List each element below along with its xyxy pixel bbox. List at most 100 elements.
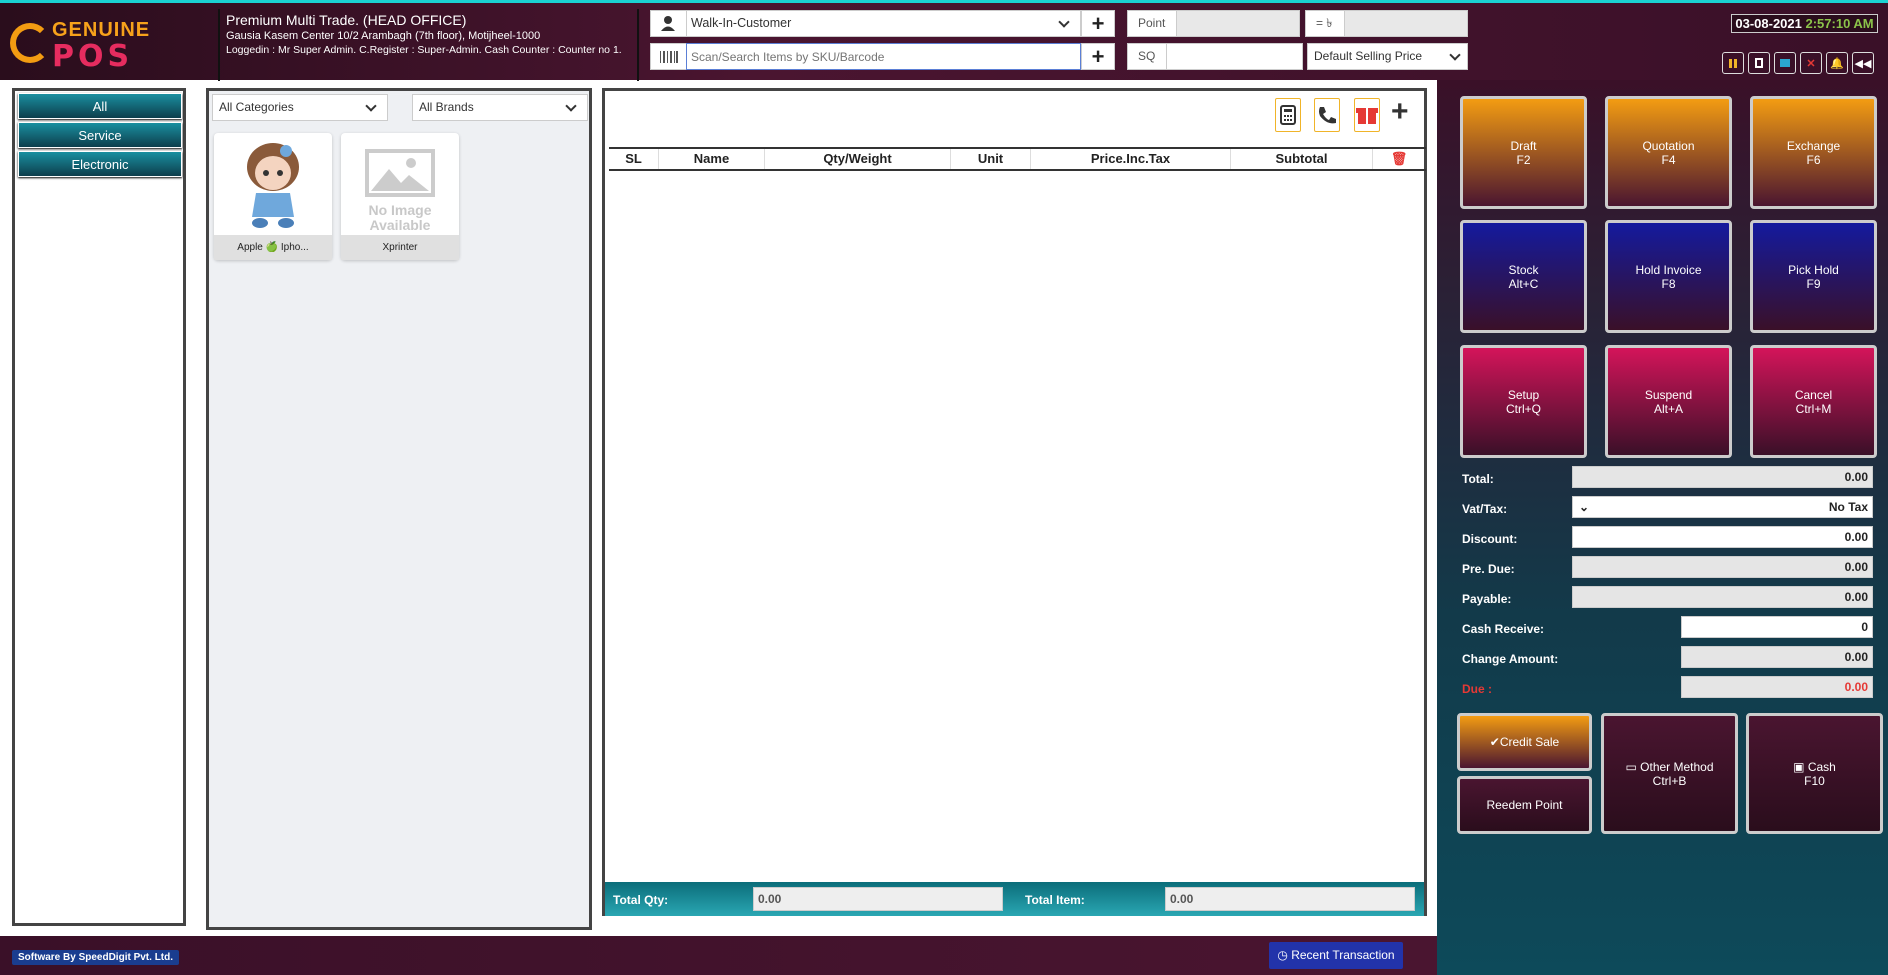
discount-input[interactable]: 0.00 bbox=[1572, 526, 1873, 548]
setup-button[interactable]: Setup Ctrl+Q bbox=[1460, 345, 1587, 458]
add-product-button[interactable]: + bbox=[1081, 43, 1115, 70]
point-currency-label: = ৳ bbox=[1305, 10, 1345, 37]
price-type-select[interactable]: Default Selling Price bbox=[1307, 43, 1468, 70]
footer-bar bbox=[0, 936, 1437, 975]
brand-filter-value: All Brands bbox=[419, 100, 474, 114]
hold-invoice-button[interactable]: Hold Invoice F8 bbox=[1605, 220, 1732, 333]
category-filter-select[interactable]: All Categories bbox=[212, 94, 388, 121]
datetime-display: 03-08-2021 2:57:10 AM bbox=[1731, 14, 1878, 33]
sq-label: SQ bbox=[1127, 43, 1167, 70]
point-label: Point bbox=[1127, 10, 1177, 37]
payable-field: 0.00 bbox=[1572, 586, 1873, 608]
cash-button[interactable]: ▣ Cash F10 bbox=[1746, 713, 1883, 834]
total-item-label: Total Item: bbox=[1025, 893, 1085, 907]
gift-box-icon[interactable] bbox=[1354, 98, 1380, 132]
pause-icon[interactable] bbox=[1722, 52, 1744, 74]
stock-button[interactable]: Stock Alt+C bbox=[1460, 220, 1587, 333]
login-info: Loggedin : Mr Super Admin. C.Register : … bbox=[226, 44, 622, 56]
image-placeholder-icon bbox=[365, 149, 435, 197]
credit-sale-button[interactable]: ✔Credit Sale bbox=[1457, 713, 1592, 771]
col-price: Price.Inc.Tax bbox=[1031, 149, 1231, 169]
category-filter-value: All Categories bbox=[219, 100, 294, 114]
draft-button[interactable]: Draft F2 bbox=[1460, 96, 1587, 209]
product-panel: All Categories All Brands Apple 🍏 Ipho..… bbox=[206, 88, 592, 930]
vat-value: No Tax bbox=[1828, 500, 1868, 514]
user-icon bbox=[661, 16, 675, 31]
doll-image bbox=[247, 143, 299, 228]
date-text: 03-08-2021 bbox=[1735, 16, 1802, 31]
total-field: 0.00 bbox=[1572, 466, 1873, 488]
category-panel: All Service Electronic bbox=[12, 88, 186, 926]
cart-footer: Total Qty: 0.00 Total Item: 0.00 bbox=[605, 882, 1424, 916]
calculator-icon[interactable] bbox=[1275, 98, 1301, 132]
add-customer-button[interactable]: + bbox=[1081, 10, 1115, 37]
total-qty-field: 0.00 bbox=[753, 887, 1003, 911]
pick-hold-button[interactable]: Pick Hold F9 bbox=[1750, 220, 1877, 333]
exchange-button[interactable]: Exchange F6 bbox=[1750, 96, 1877, 209]
col-sl: SL bbox=[609, 149, 659, 169]
total-label: Total: bbox=[1462, 472, 1494, 486]
close-icon[interactable]: ✕ bbox=[1800, 52, 1822, 74]
chevron-down-icon: ⌄ bbox=[1579, 500, 1590, 514]
category-service-button[interactable]: Service bbox=[18, 122, 182, 148]
header-bar: GENUINE POS Premium Multi Trade. (HEAD O… bbox=[0, 0, 1888, 81]
redeem-point-button[interactable]: Reedem Point bbox=[1457, 776, 1592, 834]
trash-icon[interactable]: 🗑 bbox=[1373, 149, 1425, 169]
other-method-button[interactable]: ▭ Other Method Ctrl+B bbox=[1601, 713, 1738, 834]
software-brand-badge: Software By SpeedDigit Pvt. Ltd. bbox=[12, 950, 180, 965]
header-divider bbox=[218, 9, 220, 81]
no-image-text: No Image Available bbox=[368, 202, 432, 233]
product-name: Xprinter bbox=[341, 235, 459, 260]
cash-drawer-icon[interactable] bbox=[1774, 52, 1796, 74]
add-item-button[interactable]: + bbox=[1391, 95, 1409, 129]
category-electronic-button[interactable]: Electronic bbox=[18, 151, 182, 177]
point-amount-field bbox=[1344, 10, 1468, 37]
cancel-button[interactable]: Cancel Ctrl+M bbox=[1750, 345, 1877, 458]
customer-value: Walk-In-Customer bbox=[691, 16, 792, 30]
col-qty: Qty/Weight bbox=[765, 149, 951, 169]
search-input[interactable] bbox=[686, 43, 1081, 70]
company-address: Gausia Kasem Center 10/2 Arambagh (7th f… bbox=[226, 30, 541, 42]
back-icon[interactable]: ◀◀ bbox=[1852, 52, 1874, 74]
cash-receive-label: Cash Receive: bbox=[1462, 622, 1545, 636]
recent-transaction-button[interactable]: ◷ Recent Transaction bbox=[1269, 942, 1403, 969]
clock-icon: ◷ bbox=[1277, 948, 1288, 962]
quotation-button[interactable]: Quotation F4 bbox=[1605, 96, 1732, 209]
col-unit: Unit bbox=[951, 149, 1031, 169]
sq-input[interactable] bbox=[1166, 43, 1303, 70]
product-card[interactable]: No Image Available Xprinter bbox=[341, 133, 459, 260]
action-panel: Draft F2 Quotation F4 Exchange F6 Stock Alt+… bbox=[1437, 80, 1888, 975]
cart-panel: + SL Name Qty/Weight Unit Price.Inc.Tax … bbox=[602, 88, 1427, 916]
vat-label: Vat/Tax: bbox=[1462, 502, 1508, 516]
bell-icon[interactable]: 🔔 bbox=[1826, 52, 1848, 74]
calculator-icon[interactable] bbox=[1748, 52, 1770, 74]
check-icon: ✔ bbox=[1489, 735, 1500, 749]
change-label: Change Amount: bbox=[1462, 652, 1559, 666]
chevron-down-icon bbox=[365, 100, 377, 112]
discount-label: Discount: bbox=[1462, 532, 1518, 546]
barcode-icon bbox=[650, 43, 687, 70]
product-card[interactable]: Apple 🍏 Ipho... bbox=[214, 133, 332, 260]
due-field: 0.00 bbox=[1681, 676, 1873, 698]
vat-select[interactable]: ⌄ No Tax bbox=[1572, 496, 1873, 518]
category-all-button[interactable]: All bbox=[18, 93, 182, 119]
customer-select[interactable]: Walk-In-Customer bbox=[686, 10, 1081, 37]
phone-icon[interactable] bbox=[1314, 98, 1340, 132]
cart-table-header: SL Name Qty/Weight Unit Price.Inc.Tax Su… bbox=[609, 147, 1426, 171]
header-divider bbox=[637, 9, 639, 81]
genuine-pos-logo: GENUINE POS bbox=[8, 17, 149, 74]
chevron-down-icon bbox=[1449, 49, 1461, 61]
change-field: 0.00 bbox=[1681, 646, 1873, 668]
cash-receive-input[interactable]: 0 bbox=[1681, 616, 1873, 638]
time-text: 2:57:10 AM bbox=[1805, 16, 1874, 31]
brand-filter-select[interactable]: All Brands bbox=[412, 94, 588, 121]
credit-card-icon: ▭ bbox=[1625, 759, 1637, 774]
col-subtotal: Subtotal bbox=[1231, 149, 1373, 169]
total-item-field: 0.00 bbox=[1165, 887, 1415, 911]
total-qty-label: Total Qty: bbox=[613, 893, 669, 907]
pre-due-label: Pre. Due: bbox=[1462, 562, 1515, 576]
header-toolbar: ✕ 🔔 ◀◀ bbox=[1722, 52, 1874, 74]
price-type-value: Default Selling Price bbox=[1314, 49, 1423, 63]
company-title: Premium Multi Trade. (HEAD OFFICE) bbox=[226, 12, 467, 28]
suspend-button[interactable]: Suspend Alt+A bbox=[1605, 345, 1732, 458]
